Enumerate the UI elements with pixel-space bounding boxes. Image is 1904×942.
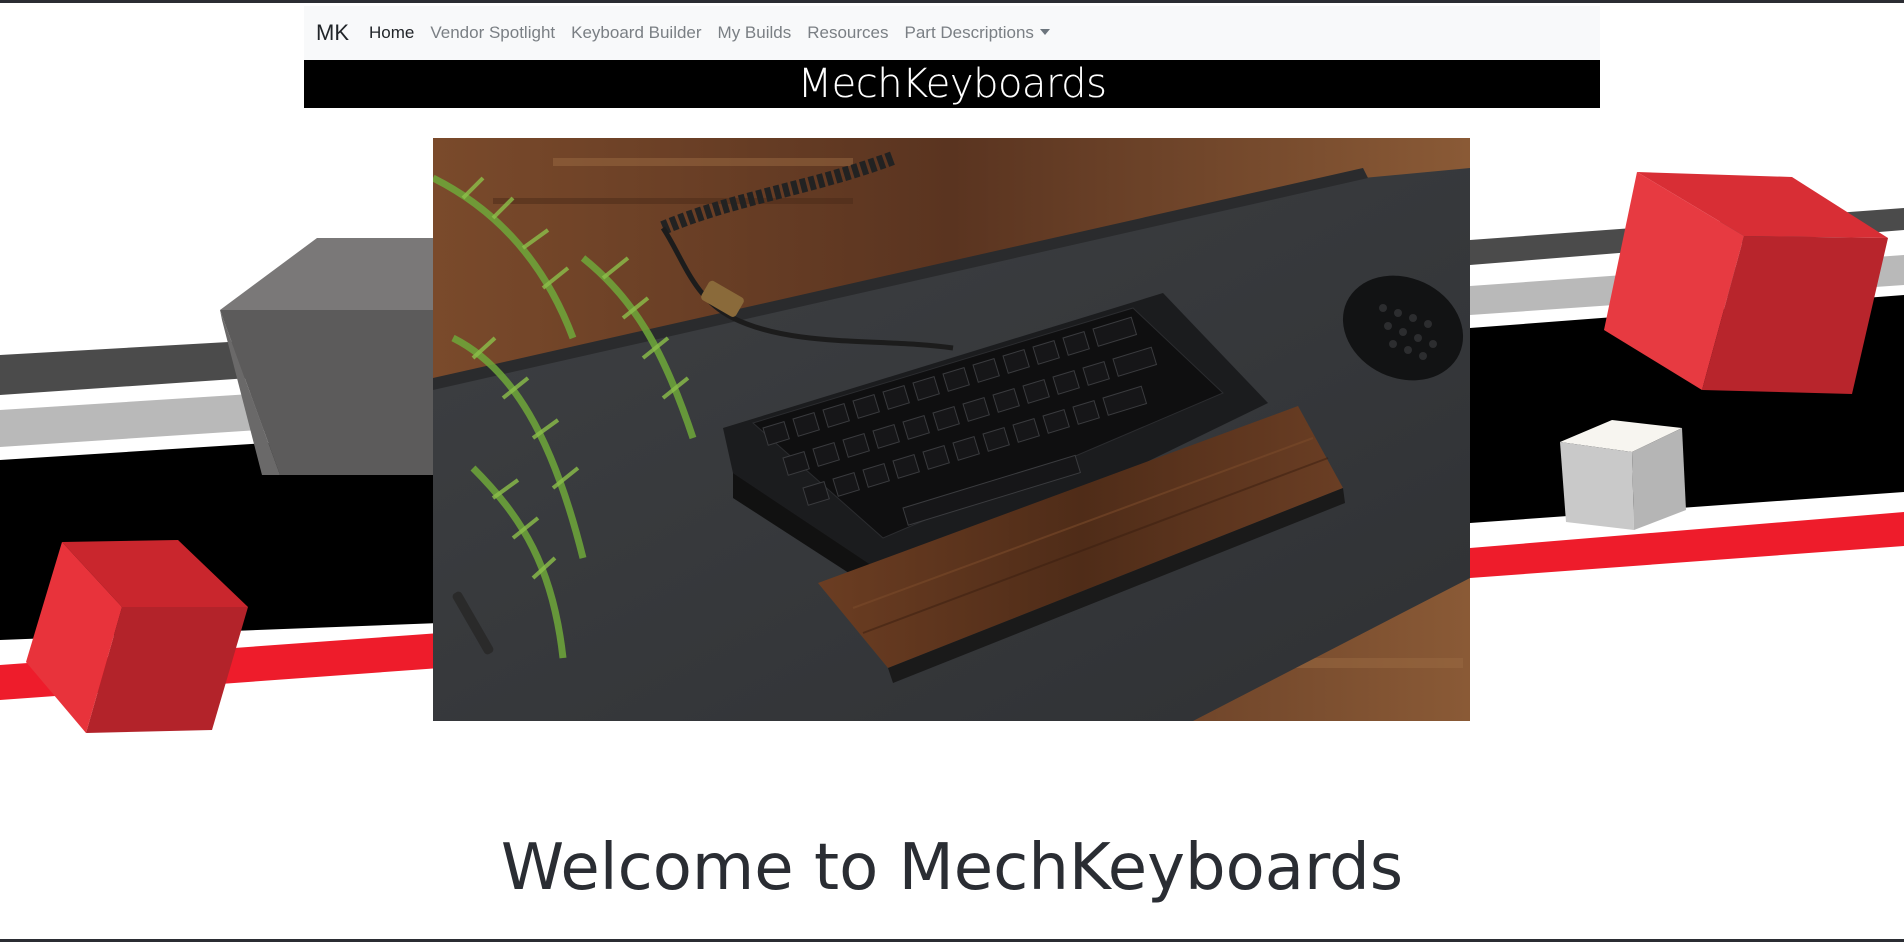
nav-vendor-spotlight[interactable]: Vendor Spotlight bbox=[430, 23, 555, 43]
nav-resources[interactable]: Resources bbox=[807, 23, 888, 43]
caret-down-icon bbox=[1039, 29, 1050, 35]
navbar: MK Home Vendor Spotlight Keyboard Builde… bbox=[304, 6, 1600, 60]
nav-keyboard-builder[interactable]: Keyboard Builder bbox=[571, 23, 701, 43]
stripe-red-right bbox=[1470, 512, 1904, 578]
nav-part-descriptions-label: Part Descriptions bbox=[904, 23, 1034, 42]
nav-home[interactable]: Home bbox=[369, 23, 414, 43]
keyboard-photo-icon bbox=[433, 138, 1470, 721]
nav-my-builds[interactable]: My Builds bbox=[718, 23, 792, 43]
nav-part-descriptions-dropdown[interactable]: Part Descriptions bbox=[905, 23, 1050, 43]
brand-logo[interactable]: MK bbox=[316, 20, 349, 46]
site-banner: MechKeyboards bbox=[304, 60, 1600, 108]
hero-image bbox=[433, 138, 1470, 721]
grey-cube bbox=[220, 238, 440, 475]
white-cube bbox=[1560, 420, 1686, 530]
window-top-edge bbox=[0, 0, 1904, 3]
banner-title: MechKeyboards bbox=[797, 61, 1107, 107]
welcome-heading: Welcome to MechKeyboards bbox=[500, 830, 1404, 905]
